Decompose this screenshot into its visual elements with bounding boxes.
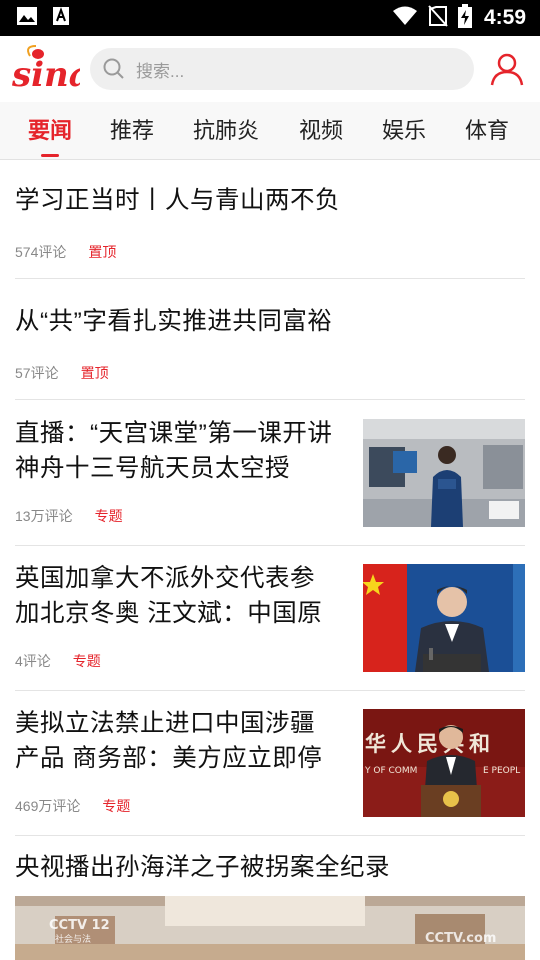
pinned-tag: 置顶 [80,365,109,381]
comment-count: 469万评论 [15,798,81,814]
news-meta: 13万评论 专题 [15,506,123,526]
svg-text:Y OF COMM: Y OF COMM [364,766,417,776]
svg-text:CCTV 12: CCTV 12 [49,918,110,933]
tab-kangfeiyan[interactable]: 抗肺炎 [192,102,260,160]
search-icon [102,57,126,81]
news-title: 从“共”字看扎实推进共同富裕 [15,308,333,335]
news-thumbnail [363,419,525,527]
sina-logo[interactable]: sina [10,44,91,95]
tab-tuijian[interactable]: 推荐 [109,102,155,160]
wifi-icon [392,6,418,31]
topic-tag: 专题 [72,653,101,669]
tab-shipin[interactable]: 视频 [298,102,344,160]
news-meta: 469万评论 专题 [15,796,130,816]
search-placeholder: 搜索... [136,61,185,81]
svg-text:CCTV.com: CCTV.com [425,931,496,946]
news-item[interactable]: 学习正当时丨人与青山两不负 574评论 置顶 [15,160,525,279]
news-title: 直播：“天宫课堂”第一课开讲 神舟十三号航天员太空授 [15,420,333,482]
battery-charging-icon [457,3,472,33]
news-item[interactable]: 美拟立法禁止进口中国涉疆 产品 商务部：美方应立即停 469万评论 专题 华人民… [15,691,525,836]
a-notification-icon [52,6,70,31]
channel-tabs: 要闻 推荐 抗肺炎 视频 娱乐 体育 [0,102,540,160]
user-profile-icon[interactable] [488,50,526,88]
news-thumbnail [363,564,525,672]
news-title: 学习正当时丨人与青山两不负 [15,187,340,214]
status-bar: 4:59 [0,0,540,36]
svg-text:社会与法: 社会与法 [55,933,91,945]
news-title: 美拟立法禁止进口中国涉疆 产品 商务部：美方应立即停 [15,710,323,772]
news-item[interactable]: 央视播出孙海洋之子被拐案全纪录 CCTV 12 社会与法 CCTV.com [15,836,525,960]
topic-tag: 专题 [102,798,131,814]
image-icon [16,6,38,31]
search-input[interactable]: 搜索... [90,48,474,90]
top-header: sina 搜索... [0,36,540,102]
tab-tiyu[interactable]: 体育 [464,102,510,160]
news-meta: 57评论 置顶 [15,363,109,383]
news-title: 英国加拿大不派外交代表参 加北京冬奥 汪文斌：中国原 [15,565,323,627]
no-sim-icon [428,4,448,32]
tab-yule[interactable]: 娱乐 [381,102,427,160]
news-title: 央视播出孙海洋之子被拐案全纪录 [15,854,390,881]
topic-tag: 专题 [94,508,123,524]
news-item[interactable]: 直播：“天宫课堂”第一课开讲 神舟十三号航天员太空授 13万评论 专题 [15,401,525,546]
comment-count: 13万评论 [15,508,73,524]
svg-text:华人民共和: 华人民共和 [365,732,495,756]
news-meta: 574评论 置顶 [15,242,116,262]
news-meta: 4评论 专题 [15,651,101,671]
comment-count: 4评论 [15,653,51,669]
news-thumbnail: 华人民共和 Y OF COMM E PEOPL [363,709,525,817]
comment-count: 574评论 [15,244,67,260]
news-item[interactable]: 英国加拿大不派外交代表参 加北京冬奥 汪文斌：中国原 4评论 专题 [15,546,525,691]
news-image: CCTV 12 社会与法 CCTV.com [15,896,525,960]
tab-yaowen[interactable]: 要闻 [27,102,73,160]
pinned-tag: 置顶 [88,244,117,260]
active-tab-indicator [41,154,59,157]
svg-text:sina: sina [11,55,80,94]
news-item[interactable]: 从“共”字看扎实推进共同富裕 57评论 置顶 [15,280,525,400]
svg-text:E PEOPL: E PEOPL [483,766,520,776]
comment-count: 57评论 [15,365,59,381]
clock: 4:59 [483,6,526,29]
